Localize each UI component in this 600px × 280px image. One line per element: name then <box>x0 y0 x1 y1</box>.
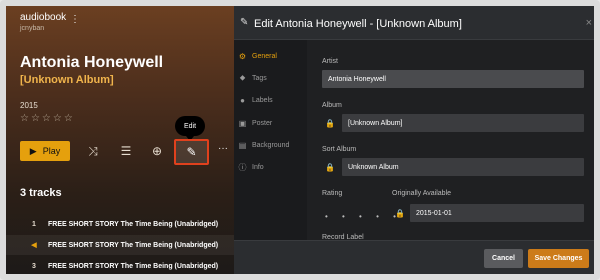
play-button[interactable]: ▶ Play <box>20 141 70 161</box>
nav-label: Labels <box>252 96 273 104</box>
user-more-icon[interactable]: ⋮ <box>70 14 80 25</box>
track-title: FREE SHORT STORY The Time Being (Unabrid… <box>48 220 219 228</box>
edit-tooltip: Edit <box>175 116 205 141</box>
pencil-icon: ✎ <box>186 145 197 159</box>
user-handle: jcnyban <box>20 25 45 32</box>
users-icon: ● <box>240 95 245 105</box>
nav-item-background[interactable]: ▤ Background <box>238 138 290 152</box>
cancel-button[interactable]: Cancel <box>484 249 523 268</box>
rating-stars[interactable]: ☆☆☆☆☆ <box>20 113 75 124</box>
app-window: audiobook jcnyban ⋮ Antonia Honeywell [U… <box>0 0 600 280</box>
background-image-icon: ▤ <box>238 140 247 150</box>
tag-icon: ⬥ <box>239 73 246 82</box>
add-to-queue-icon[interactable]: ☰ <box>116 141 136 161</box>
album-artist-title: Antonia Honeywell <box>20 54 164 71</box>
nav-item-poster[interactable]: ▣ Poster <box>238 116 273 130</box>
nav-label: Background <box>252 141 290 149</box>
dialog-footer: Cancel Save Changes <box>234 240 594 274</box>
lock-icon[interactable]: 🔒 <box>324 114 336 132</box>
nav-item-tags[interactable]: ⬥ Tags <box>238 71 267 85</box>
track-row[interactable]: 1 FREE SHORT STORY The Time Being (Unabr… <box>6 214 234 234</box>
originally-available-label: Originally Available <box>392 190 452 197</box>
nav-label: Info <box>252 163 264 171</box>
nav-item-labels[interactable]: ● Labels <box>238 93 273 107</box>
tracks-heading: 3 tracks <box>20 187 62 199</box>
play-icon: ▶ <box>29 145 37 156</box>
image-icon: ▣ <box>238 118 247 128</box>
edit-button[interactable]: ✎ <box>174 139 209 165</box>
album-label: Album <box>322 102 342 109</box>
more-options-button[interactable]: ··· <box>218 143 228 154</box>
sort-album-label: Sort Album <box>322 146 357 153</box>
dialog-title: Edit Antonia Honeywell - [Unknown Album] <box>254 18 462 30</box>
album-subtitle[interactable]: [Unknown Album] <box>20 74 114 86</box>
nav-item-general[interactable]: ⚙ General <box>238 49 277 63</box>
lock-icon[interactable]: 🔒 <box>394 204 406 222</box>
album-field[interactable]: [Unknown Album] <box>342 114 584 132</box>
dialog-nav: ⚙ General ⬥ Tags ● Labels ▣ Poster ▤ Bac… <box>234 40 307 240</box>
rating-input[interactable]: • • • • • <box>325 212 402 221</box>
artist-label: Artist <box>322 58 338 65</box>
nav-item-info[interactable]: ⓘ Info <box>238 160 264 174</box>
now-playing-icon: ◀ <box>31 242 37 249</box>
artist-field[interactable]: Antonia Honeywell <box>322 70 584 88</box>
play-label: Play <box>42 146 61 156</box>
track-title: FREE SHORT STORY The Time Being (Unabrid… <box>48 262 219 270</box>
track-row-playing[interactable]: ◀ FREE SHORT STORY The Time Being (Unabr… <box>6 235 234 255</box>
nav-label: General <box>252 52 277 60</box>
shuffle-icon[interactable]: ⤨ <box>83 141 103 161</box>
gear-icon: ⚙ <box>238 51 247 61</box>
save-changes-button[interactable]: Save Changes <box>528 249 589 268</box>
nav-label: Poster <box>252 119 273 127</box>
pencil-icon: ✎ <box>240 17 249 28</box>
originally-available-field[interactable]: 2015-01-01 <box>410 204 584 222</box>
track-number: 1 <box>32 220 36 228</box>
album-year: 2015 <box>20 101 38 110</box>
user-name: audiobook <box>20 12 67 23</box>
download-icon[interactable]: ⊕ <box>147 141 167 161</box>
track-title: FREE SHORT STORY The Time Being (Unabrid… <box>48 241 219 249</box>
user-menu[interactable]: audiobook jcnyban <box>20 12 66 32</box>
nav-label: Tags <box>252 74 267 82</box>
sort-album-field[interactable]: Unknown Album <box>342 158 584 176</box>
dialog-header: ✎ Edit Antonia Honeywell - [Unknown Albu… <box>234 6 594 40</box>
close-icon[interactable]: × <box>586 17 592 29</box>
track-number: 3 <box>32 262 36 270</box>
edit-dialog: ✎ Edit Antonia Honeywell - [Unknown Albu… <box>234 6 594 274</box>
rating-label: Rating <box>322 190 343 197</box>
track-row[interactable]: 3 FREE SHORT STORY The Time Being (Unabr… <box>6 256 234 274</box>
info-icon: ⓘ <box>238 162 247 172</box>
album-detail-pane: audiobook jcnyban ⋮ Antonia Honeywell [U… <box>6 6 234 274</box>
lock-icon[interactable]: 🔒 <box>324 158 336 176</box>
